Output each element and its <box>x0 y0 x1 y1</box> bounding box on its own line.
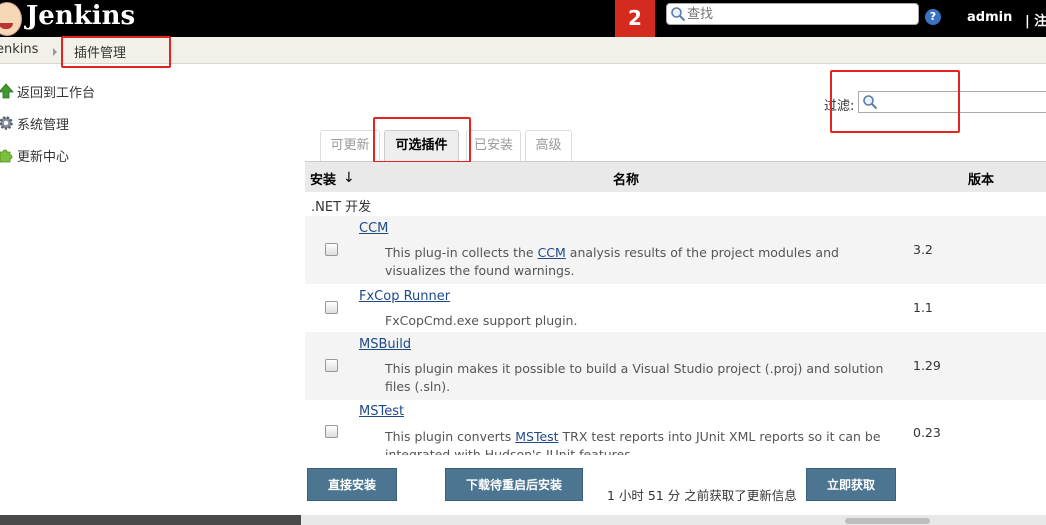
plugin-description: This plugin makes it possible to build a… <box>385 361 884 394</box>
install-checkbox[interactable] <box>325 243 338 256</box>
tab-advanced[interactable]: 高级 <box>525 130 572 161</box>
plugin-version: 0.23 <box>913 425 941 440</box>
tab-updates[interactable]: 可更新 <box>320 130 380 161</box>
tab-installed[interactable]: 已安装 <box>466 130 521 161</box>
sidebar-item-back-dashboard[interactable]: 返回到工作台 <box>0 81 110 101</box>
plugin-name-link[interactable]: FxCop Runner <box>359 289 450 304</box>
sidebar-item-system-admin[interactable]: 系统管理 <box>0 113 100 133</box>
install-checkbox[interactable] <box>325 359 338 372</box>
horizontal-scrollbar[interactable] <box>301 515 1046 525</box>
sidebar-item-label: 更新中心 <box>17 150 70 165</box>
description-link[interactable]: MSTest <box>515 429 558 444</box>
description-text: This plugin converts <box>385 429 516 444</box>
table-row: MSTest This plugin converts MSTest TRX t… <box>305 400 1046 455</box>
description-link[interactable]: CCM <box>538 245 566 260</box>
gear-icon <box>0 116 13 130</box>
search-icon <box>671 7 686 22</box>
plugin-description: This plugin converts MSTest TRX test rep… <box>385 428 895 455</box>
sidebar-item-label: 系统管理 <box>17 118 70 133</box>
table-row: FxCop Runner FxCopCmd.exe support plugin… <box>305 284 1046 332</box>
description-text: This plug-in collects the <box>385 245 538 260</box>
download-restart-button[interactable]: 下载待重启后安装 <box>445 468 583 501</box>
logout-link[interactable]: | 注 <box>1025 10 1046 29</box>
table-row: CCM This plug-in collects the CCM analys… <box>305 216 1046 284</box>
scrollbar-thumb[interactable] <box>845 518 930 524</box>
category-label: .NET 开发 <box>311 200 372 215</box>
annotation-box-filter <box>830 70 960 133</box>
column-name[interactable]: 名称 <box>613 169 639 188</box>
jenkins-logo-icon[interactable] <box>0 2 22 36</box>
help-icon[interactable]: ? <box>925 9 941 25</box>
search-box[interactable] <box>666 3 919 25</box>
plugin-description: This plug-in collects the CCM analysis r… <box>385 244 895 280</box>
breadcrumb-separator-icon <box>53 48 57 56</box>
category-row: .NET 开发 <box>305 192 1046 216</box>
table-row: MSBuild This plugin makes it possible to… <box>305 332 1046 400</box>
top-header: Jenkins 2 ? admin | 注 <box>0 0 1046 37</box>
sidebar-item-label: 返回到工作台 <box>17 86 96 101</box>
annotation-box-breadcrumb <box>61 36 171 68</box>
plugin-version: 1.1 <box>913 300 933 315</box>
breadcrumb-home[interactable]: enkins <box>0 42 38 57</box>
install-checkbox[interactable] <box>325 301 338 314</box>
fetch-now-button[interactable]: 立即获取 <box>806 468 896 501</box>
user-link[interactable]: admin <box>967 10 1012 25</box>
jenkins-logo-text[interactable]: Jenkins <box>26 1 135 31</box>
puzzle-icon <box>0 149 13 163</box>
update-info-text: 1 小时 51 分 之前获取了更新信息 <box>607 488 797 503</box>
search-input[interactable] <box>687 5 915 23</box>
notification-badge[interactable]: 2 <box>615 0 655 37</box>
plugin-name-link[interactable]: CCM <box>359 221 388 236</box>
annotation-box-tab <box>373 117 471 163</box>
up-arrow-icon <box>0 83 14 99</box>
install-now-button[interactable]: 直接安装 <box>307 468 397 501</box>
column-version[interactable]: 版本 <box>968 169 994 188</box>
table-header: 安装 名称 版本 <box>305 162 1046 192</box>
plugin-description: FxCopCmd.exe support plugin. <box>385 313 578 328</box>
plugin-version: 3.2 <box>913 242 933 257</box>
plugin-version: 1.29 <box>913 358 941 373</box>
column-install[interactable]: 安装 <box>310 169 336 188</box>
plugin-name-link[interactable]: MSBuild <box>359 337 411 352</box>
sort-down-icon[interactable]: ↓ <box>343 170 355 186</box>
sidebar-item-update-center[interactable]: 更新中心 <box>0 145 100 165</box>
plugin-name-link[interactable]: MSTest <box>359 404 404 419</box>
install-checkbox[interactable] <box>325 425 338 438</box>
